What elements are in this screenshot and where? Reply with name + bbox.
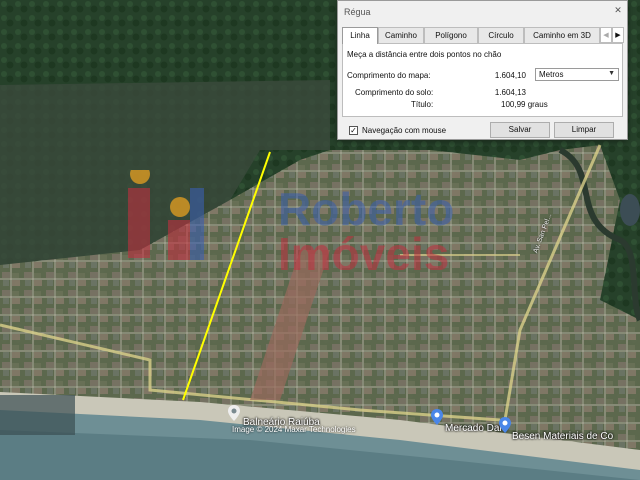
save-button[interactable]: Salvar	[490, 122, 550, 138]
ground-length-value: 1.604,13	[494, 88, 526, 97]
tab-circle[interactable]: Círculo	[478, 27, 524, 43]
imagery-copyright: Image © 2024 Maxar Technologies	[232, 425, 356, 434]
instruction-text: Meça a distância entre dois pontos no ch…	[347, 50, 502, 59]
ruler-dialog: Régua ✕ Linha Caminho Polígono Círculo C…	[337, 0, 628, 140]
close-icon[interactable]: ✕	[613, 5, 623, 15]
tab-line[interactable]: Linha	[342, 27, 378, 44]
line-panel: Meça a distância entre dois pontos no ch…	[342, 43, 623, 117]
chevron-down-icon: ▼	[608, 70, 615, 77]
heading-value: 100,99 graus	[501, 100, 548, 109]
map-length-value: 1.604,10	[494, 71, 526, 80]
shop-pin-icon[interactable]	[431, 409, 443, 430]
heading-label: Título:	[411, 100, 434, 109]
mouse-nav-label: Navegação com mouse	[362, 126, 447, 135]
location-pin-icon[interactable]	[228, 405, 240, 426]
unit-select-value: Metros	[539, 70, 564, 79]
place-label-besen[interactable]: Besen Materiais de Co	[512, 431, 613, 442]
tab-scroll-left-icon[interactable]: ◀	[600, 27, 612, 43]
ground-length-label: Comprimento do solo:	[355, 88, 434, 97]
tab-polygon[interactable]: Polígono	[424, 27, 478, 43]
clear-button[interactable]: Limpar	[554, 122, 614, 138]
dialog-title: Régua	[344, 7, 371, 17]
store-pin-icon[interactable]	[499, 417, 511, 438]
tab-3d-path[interactable]: Caminho em 3D	[524, 27, 600, 43]
mouse-nav-checkbox[interactable]: ✓	[349, 126, 358, 135]
tab-path[interactable]: Caminho	[378, 27, 424, 43]
svg-text:Imóveis: Imóveis	[278, 228, 449, 270]
map-length-label: Comprimento do mapa:	[347, 71, 431, 80]
place-label-mercado[interactable]: Mercado Daiu	[445, 423, 507, 434]
unit-select[interactable]: Metros ▼	[535, 68, 619, 81]
tab-bar: Linha Caminho Polígono Círculo Caminho e…	[342, 27, 622, 44]
tab-scroll-right-icon[interactable]: ▶	[612, 27, 624, 43]
watermark-logo: Roberto Imóveis	[128, 164, 528, 280]
